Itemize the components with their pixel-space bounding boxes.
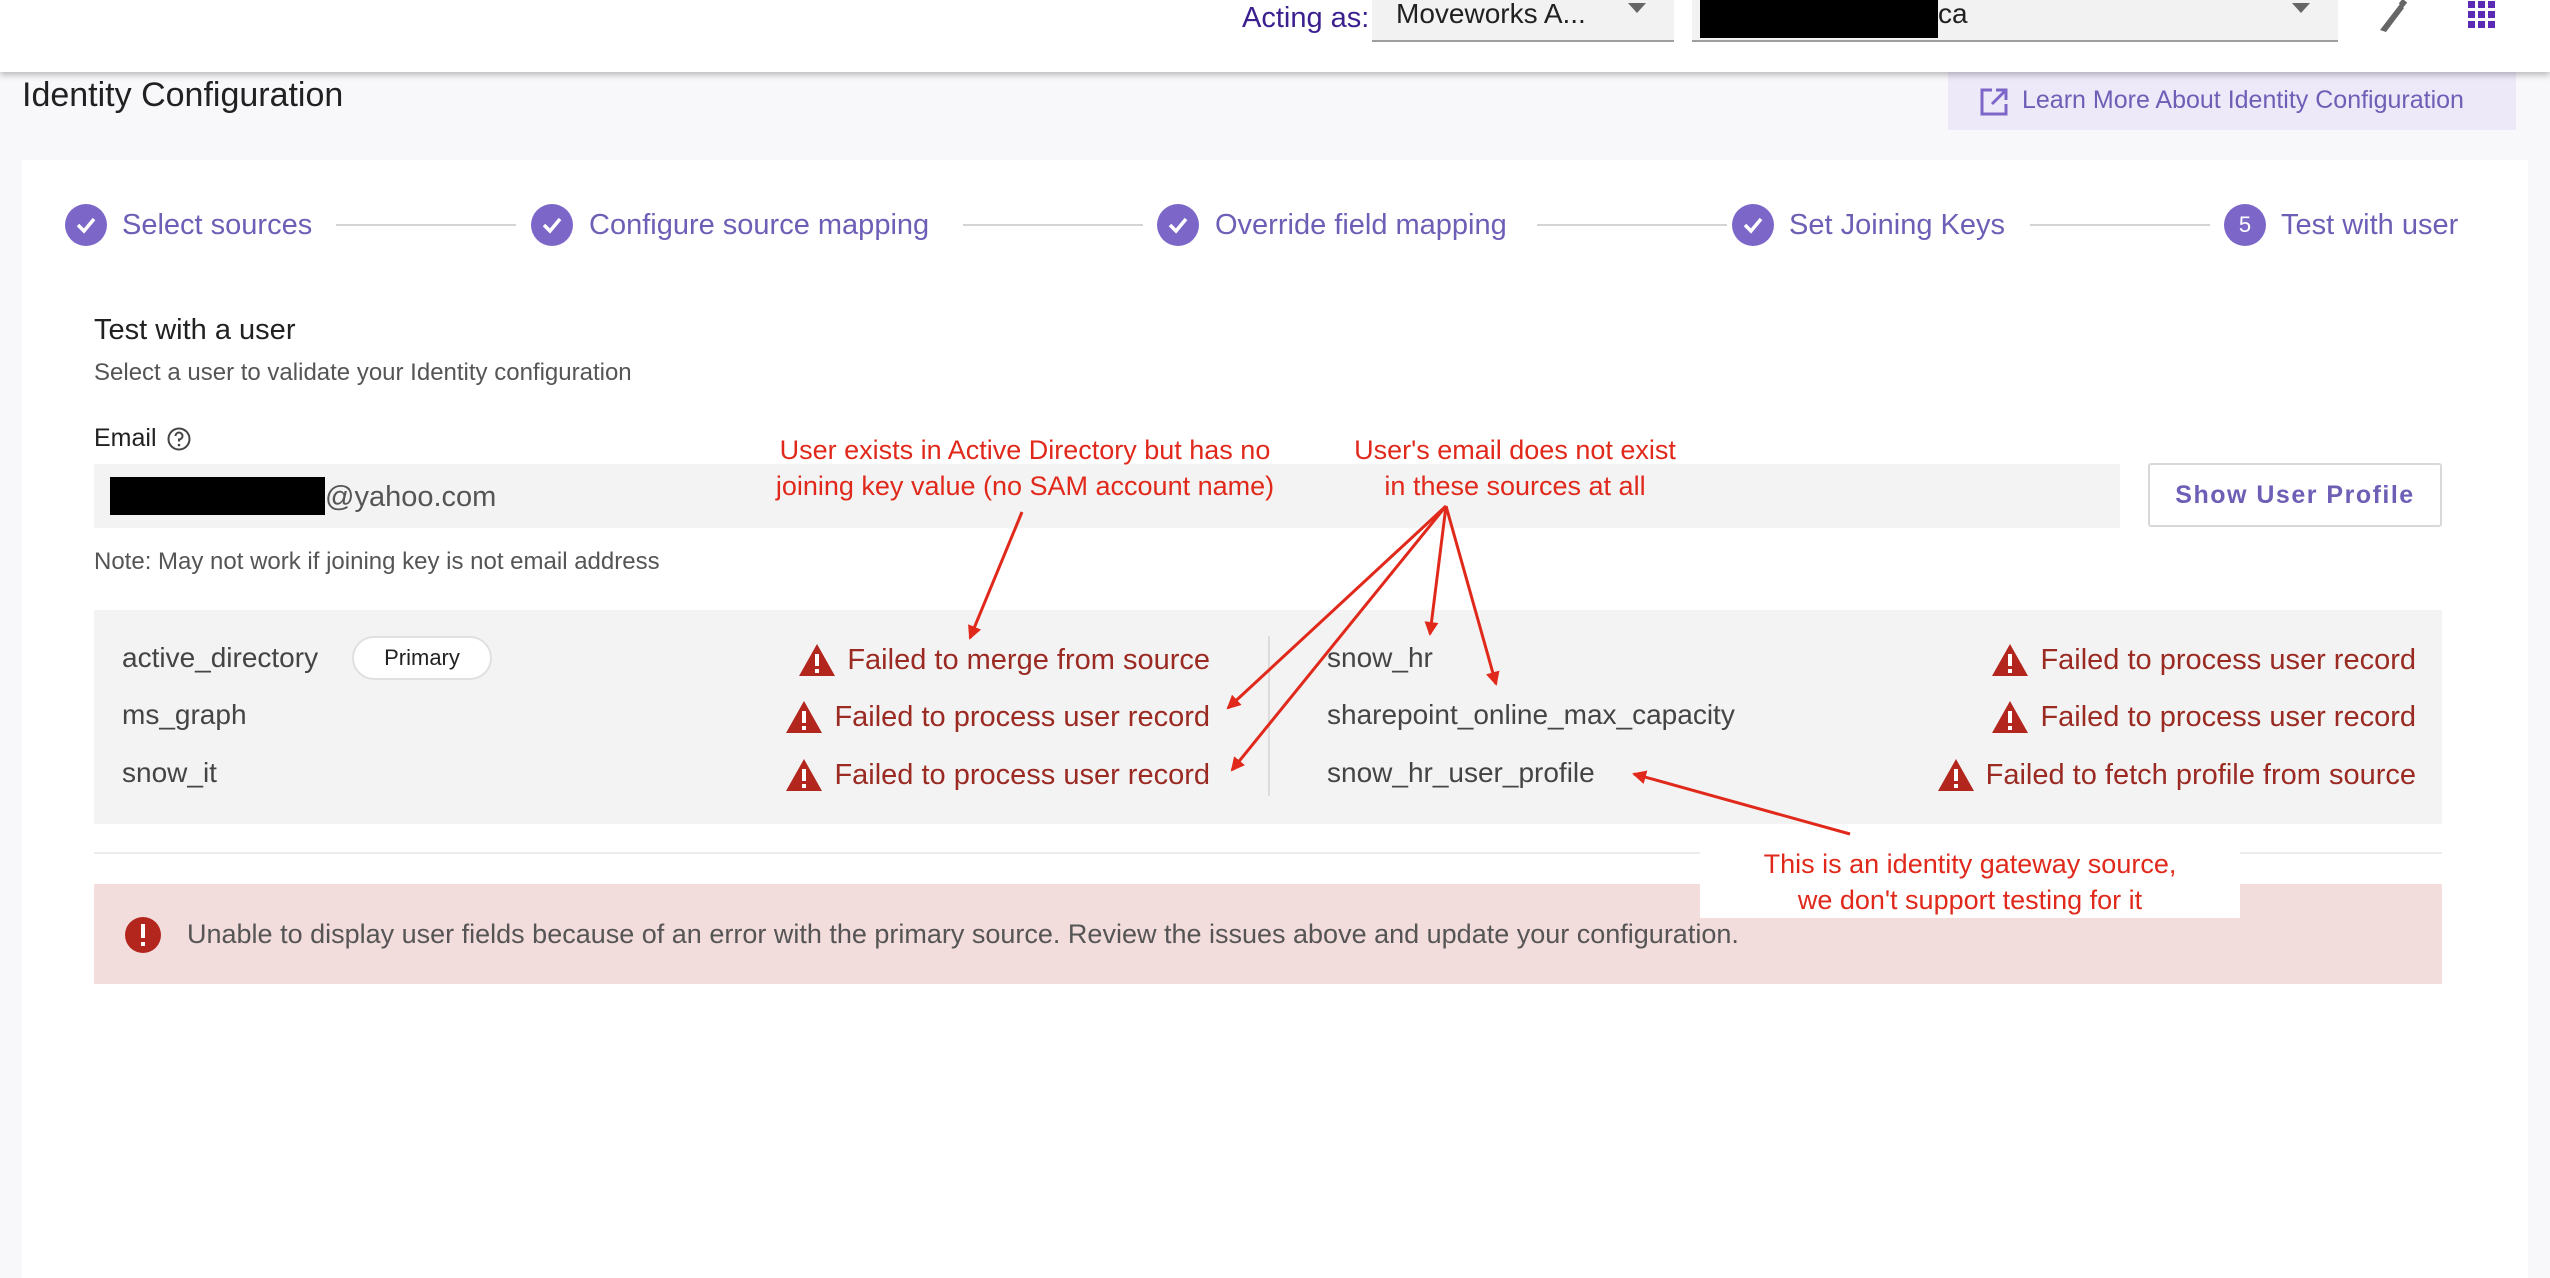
- page-title: Identity Configuration: [22, 76, 344, 114]
- app-grid-icon[interactable]: [2466, 0, 2498, 37]
- brush-icon[interactable]: [2374, 0, 2410, 41]
- step-configure-source-mapping[interactable]: Configure source mapping: [589, 209, 929, 242]
- email-label: Email: [94, 424, 157, 452]
- org-select[interactable]: Moveworks A...: [1372, 0, 1674, 42]
- warning-icon: [799, 644, 836, 676]
- check-circle-icon: [1157, 204, 1199, 246]
- section-subtitle: Select a user to validate your Identity …: [94, 359, 632, 386]
- source-status: Failed to merge from source: [797, 640, 1210, 680]
- source-name: ms_graph: [122, 699, 247, 730]
- step-number-badge: 5: [2224, 204, 2266, 246]
- check-circle-icon: [531, 204, 573, 246]
- redacted-email: [110, 477, 325, 515]
- step-connector: [963, 224, 1143, 226]
- source-status: Failed to process user record: [1990, 640, 2416, 680]
- step-set-joining-keys[interactable]: Set Joining Keys: [1789, 209, 2005, 242]
- source-name: snow_hr_user_profile: [1327, 757, 1595, 788]
- primary-badge: Primary: [352, 636, 492, 680]
- results-divider: [1268, 636, 1270, 796]
- annotation-missing-joining-key: User exists in Active Directory but has …: [775, 435, 1275, 501]
- chevron-down-icon: [2292, 3, 2310, 13]
- redacted-value: [1700, 0, 1938, 38]
- section-title: Test with a user: [94, 314, 296, 346]
- annotation-email-not-found: User's email does not exist in these sou…: [1354, 435, 1676, 501]
- warning-icon: [786, 759, 823, 791]
- learn-more-text: Learn More About Identity Configuration: [2022, 86, 2464, 114]
- source-name: sharepoint_online_max_capacity: [1327, 699, 1735, 730]
- source-name: active_directory: [122, 642, 319, 673]
- check-circle-icon: [1732, 204, 1774, 246]
- environment-select[interactable]: ca: [1692, 0, 2338, 42]
- source-status: Failed to process user record: [784, 755, 1210, 795]
- error-alert-message: Unable to display user fields because of…: [187, 919, 1739, 949]
- show-user-profile-button[interactable]: Show User Profile: [2148, 463, 2442, 527]
- joining-key-note: Note: May not work if joining key is not…: [94, 548, 660, 575]
- check-circle-icon: [65, 204, 107, 246]
- warning-icon: [1992, 701, 2029, 733]
- annotation-identity-gateway: This is an identity gateway source, we d…: [1700, 846, 2240, 918]
- acting-as-label: Acting as:: [1242, 2, 1370, 34]
- learn-more-link[interactable]: Learn More About Identity Configuration: [1948, 72, 2516, 130]
- step-override-field-mapping[interactable]: Override field mapping: [1215, 209, 1507, 242]
- warning-icon: [786, 701, 823, 733]
- step-connector: [1537, 224, 1727, 226]
- source-status: Failed to process user record: [1990, 697, 2416, 737]
- source-status: Failed to fetch profile from source: [1936, 755, 2416, 795]
- step-select-sources[interactable]: Select sources: [122, 209, 312, 242]
- top-bar: Acting as: Moveworks A... ca: [0, 0, 2550, 72]
- external-link-icon: [1978, 86, 2010, 123]
- source-status: Failed to process user record: [784, 697, 1210, 737]
- source-name: snow_hr: [1327, 642, 1433, 673]
- source-name: snow_it: [122, 757, 217, 788]
- email-domain: @yahoo.com: [325, 481, 497, 513]
- warning-icon: [1992, 644, 2029, 676]
- step-connector: [336, 224, 516, 226]
- error-circle-icon: [124, 916, 162, 959]
- step-connector: [2030, 224, 2210, 226]
- org-select-value: Moveworks A...: [1396, 0, 1586, 29]
- chevron-down-icon: [1628, 3, 1646, 13]
- step-test-with-user[interactable]: Test with user: [2281, 209, 2458, 242]
- help-circle-icon[interactable]: [166, 426, 192, 457]
- warning-icon: [1937, 759, 1974, 791]
- environment-select-suffix: ca: [1938, 0, 1968, 29]
